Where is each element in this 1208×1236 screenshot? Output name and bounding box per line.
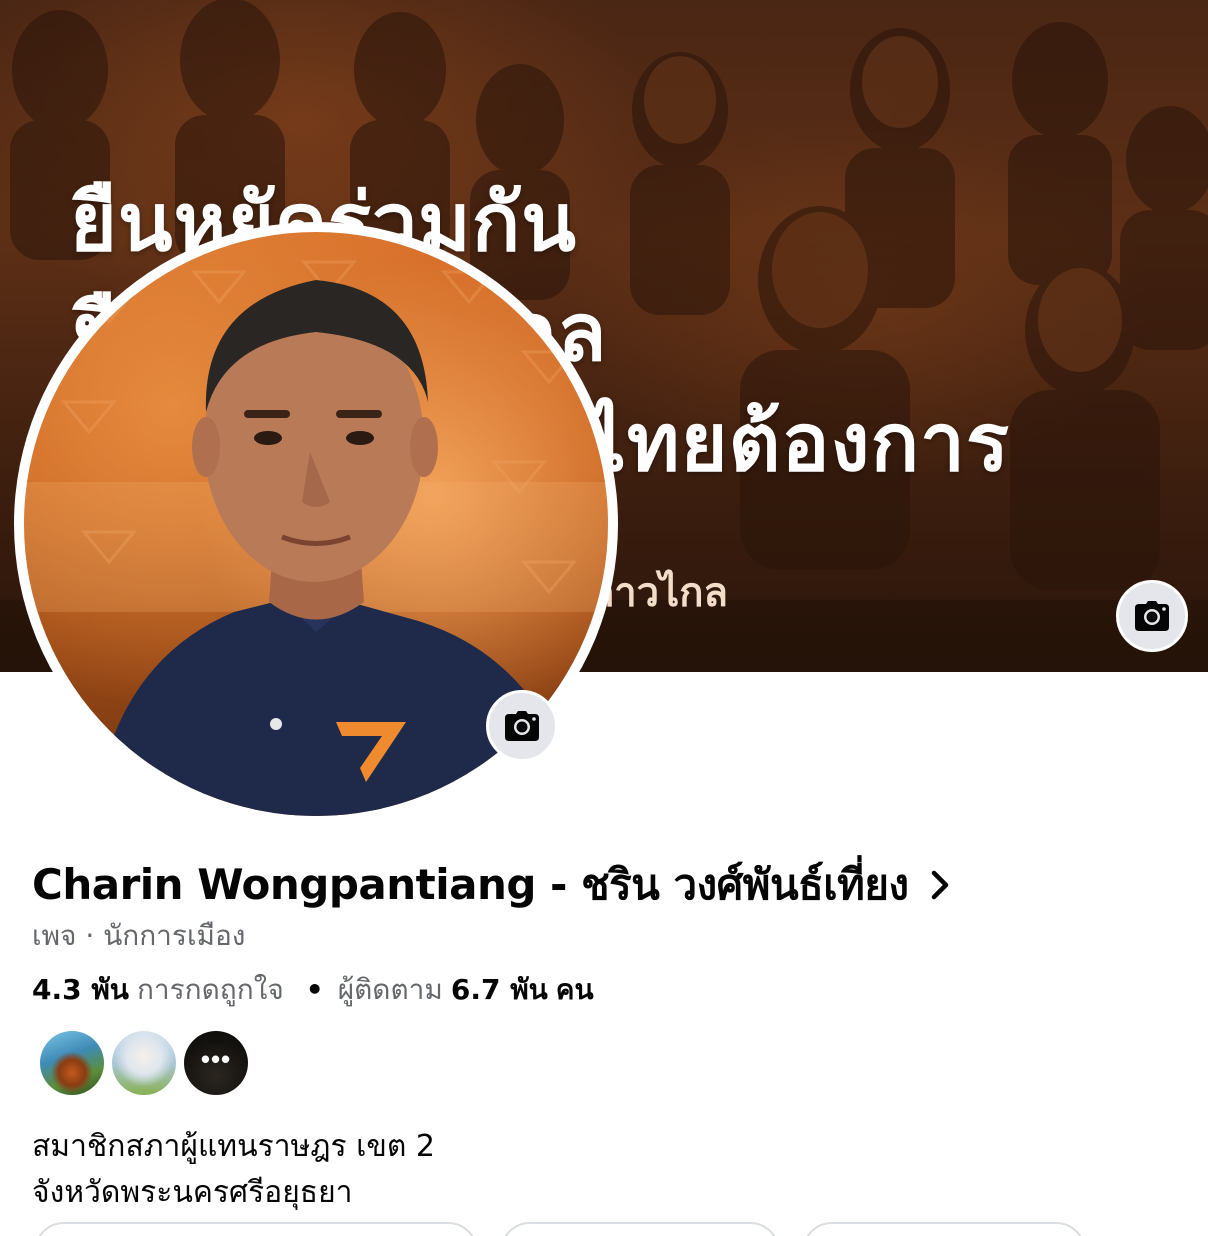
edit-cover-button[interactable] [1116, 580, 1188, 652]
camera-icon [505, 711, 539, 741]
more-followers-avatar[interactable]: ••• [184, 1031, 248, 1095]
edit-profile-picture-button[interactable] [486, 690, 558, 762]
chevron-right-icon [930, 869, 950, 901]
likes-count: 4.3 พัน [32, 973, 129, 1006]
action-button[interactable] [500, 1222, 780, 1236]
action-button[interactable] [34, 1222, 478, 1236]
follower-avatar[interactable] [40, 1031, 104, 1095]
likes-label: การกดถูกใจ [136, 973, 284, 1006]
more-icon: ••• [200, 1044, 232, 1074]
bio-line-2: จังหวัดพระนครศรีอยุธยา [32, 1175, 353, 1210]
action-button[interactable] [802, 1222, 1086, 1236]
camera-icon [1135, 601, 1169, 631]
followers-unit: คน [555, 973, 594, 1006]
page-name: Charin Wongpantiang - ชริน วงศ์พันธ์เที่… [32, 860, 909, 909]
page-name-row[interactable]: Charin Wongpantiang - ชริน วงศ์พันธ์เที่… [32, 852, 950, 918]
page-category: เพจ · นักการเมือง [32, 919, 246, 952]
bio-line-1: สมาชิกสภาผู้แทนราษฎร เขต 2 [32, 1129, 435, 1164]
followers-label: ผู้ติดตาม [337, 973, 443, 1006]
followers-count: 6.7 พัน [450, 973, 548, 1006]
mutual-followers[interactable]: ••• [40, 1031, 248, 1095]
page-stats[interactable]: 4.3 พัน การกดถูกใจ • ผู้ติดตาม 6.7 พัน ค… [32, 968, 594, 1012]
page-bio: สมาชิกสภาผู้แทนราษฎร เขต 2 จังหวัดพระนคร… [32, 1124, 435, 1216]
action-buttons-row [0, 1222, 1208, 1236]
follower-avatar[interactable] [112, 1031, 176, 1095]
stats-separator: • [305, 973, 324, 1006]
